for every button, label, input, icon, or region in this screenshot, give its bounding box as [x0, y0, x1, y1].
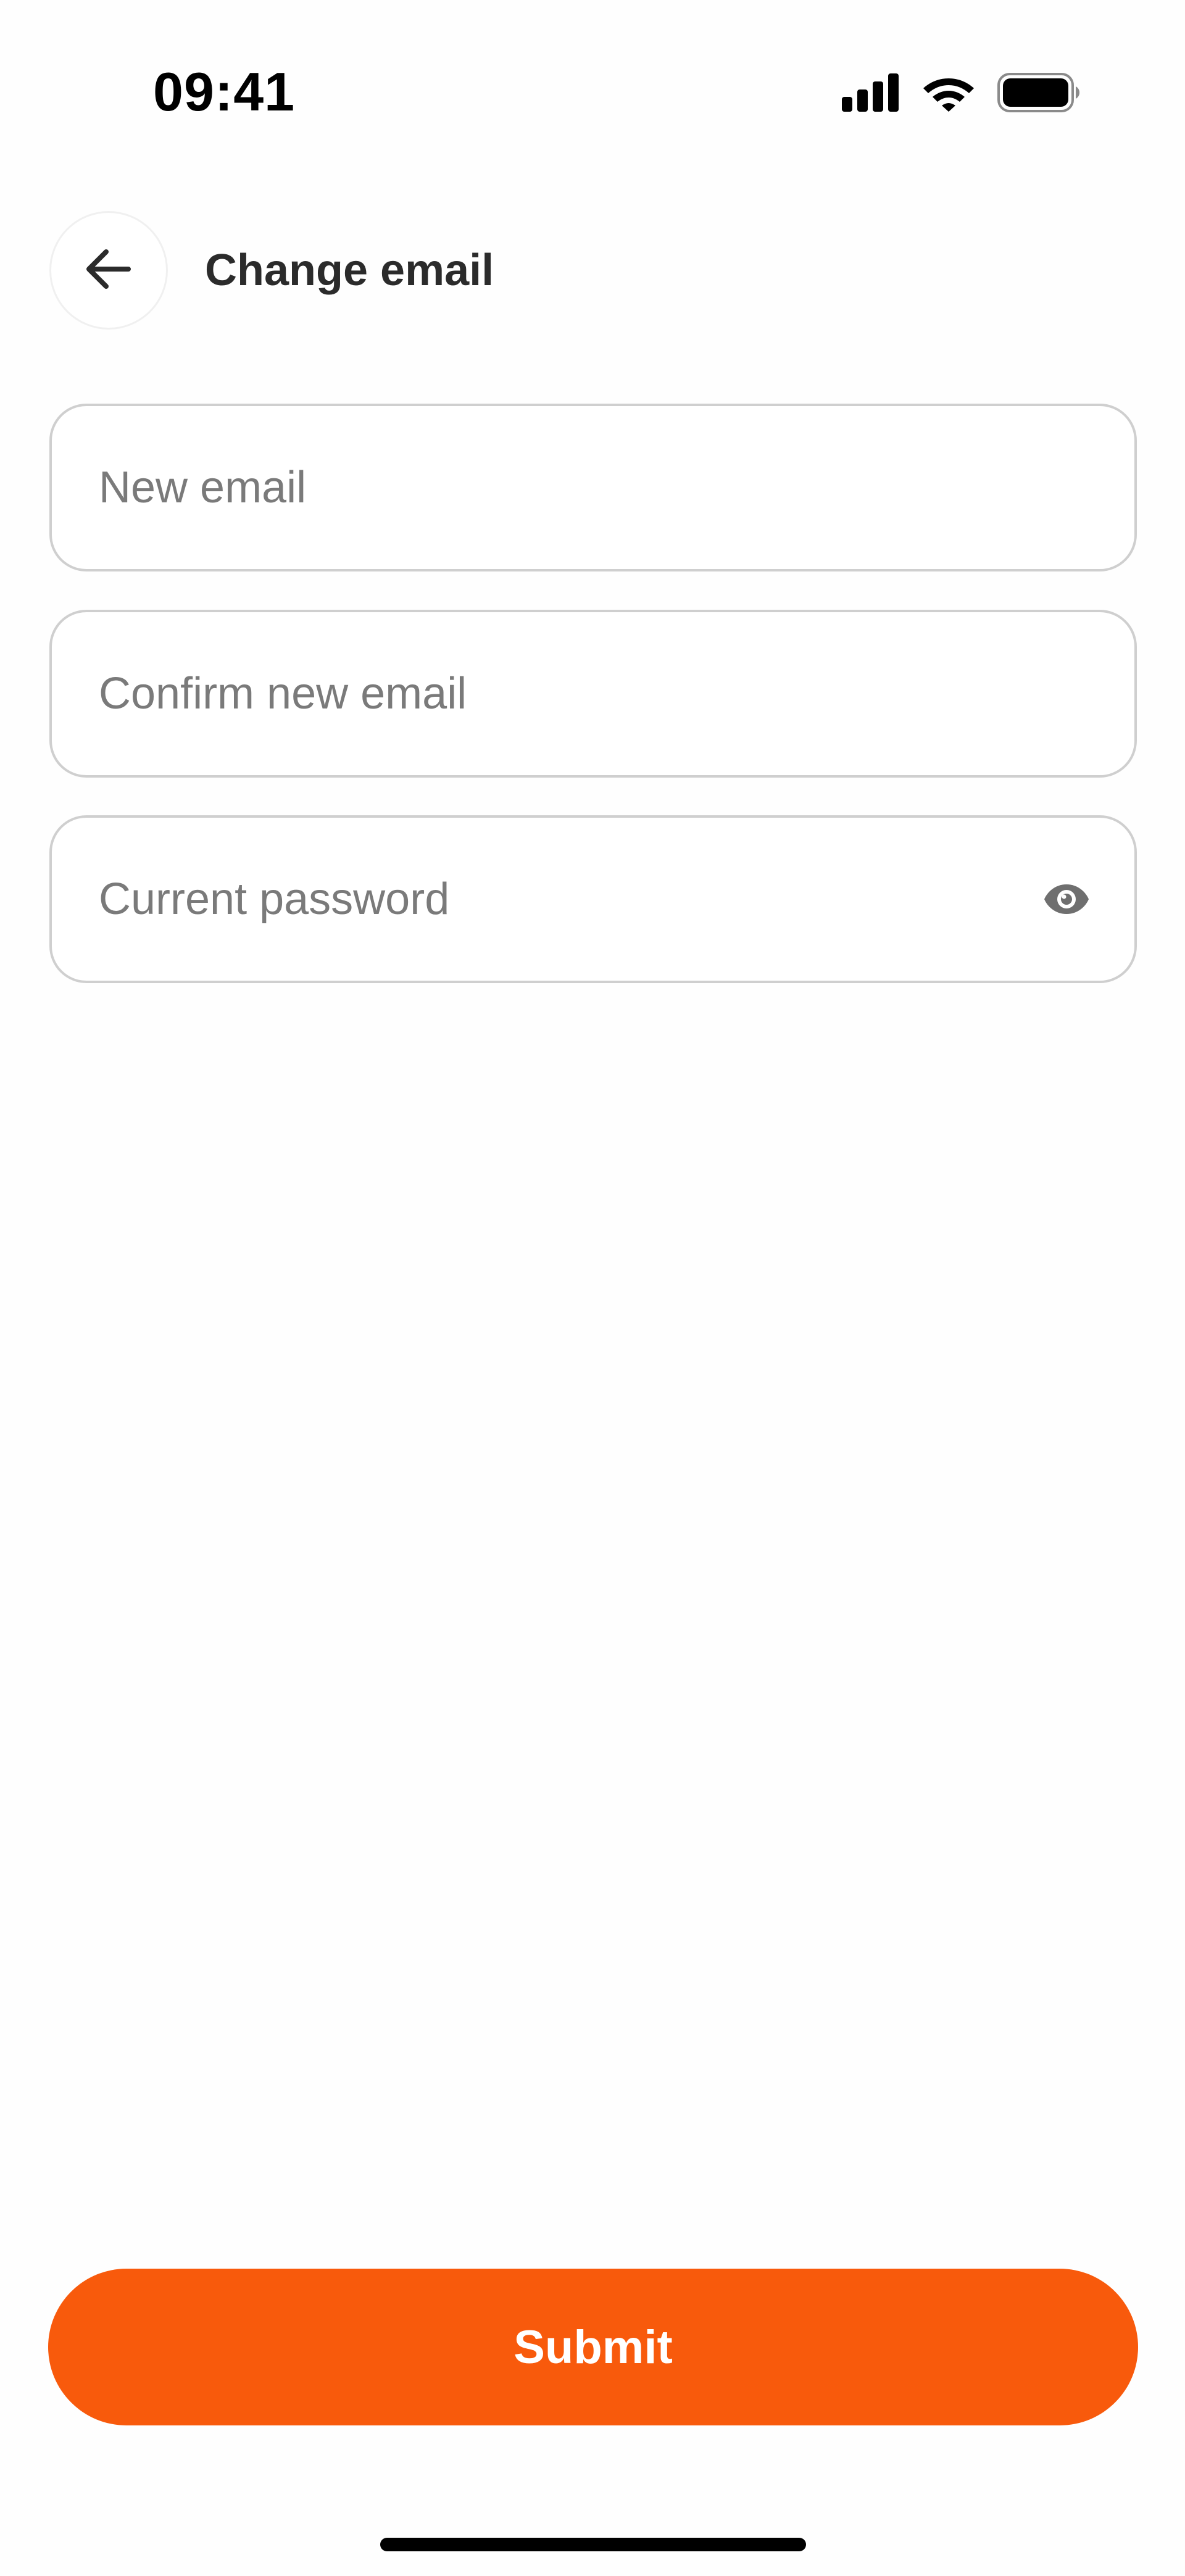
change-email-screen: 09:41 Change email New email Confirm new…	[0, 0, 1185, 2576]
current-password-input[interactable]	[99, 818, 1041, 981]
eye-icon[interactable]	[1041, 873, 1092, 925]
confirm-email-input[interactable]	[99, 612, 1087, 775]
page-title: Change email	[205, 246, 494, 295]
battery-icon	[997, 72, 1080, 115]
status-bar: 09:41	[0, 0, 1185, 160]
current-password-field[interactable]	[49, 815, 1137, 983]
confirm-email-field[interactable]	[49, 610, 1137, 778]
status-time: 09:41	[153, 61, 296, 122]
arrow-left-icon	[83, 243, 135, 298]
back-button[interactable]	[49, 211, 168, 330]
new-email-input[interactable]	[99, 406, 1087, 569]
status-icons	[842, 69, 1080, 118]
submit-button[interactable]: Submit	[48, 2269, 1138, 2425]
home-indicator	[380, 2538, 806, 2551]
wifi-icon	[922, 73, 975, 115]
new-email-field[interactable]	[49, 404, 1137, 571]
cellular-signal-icon	[842, 73, 900, 115]
